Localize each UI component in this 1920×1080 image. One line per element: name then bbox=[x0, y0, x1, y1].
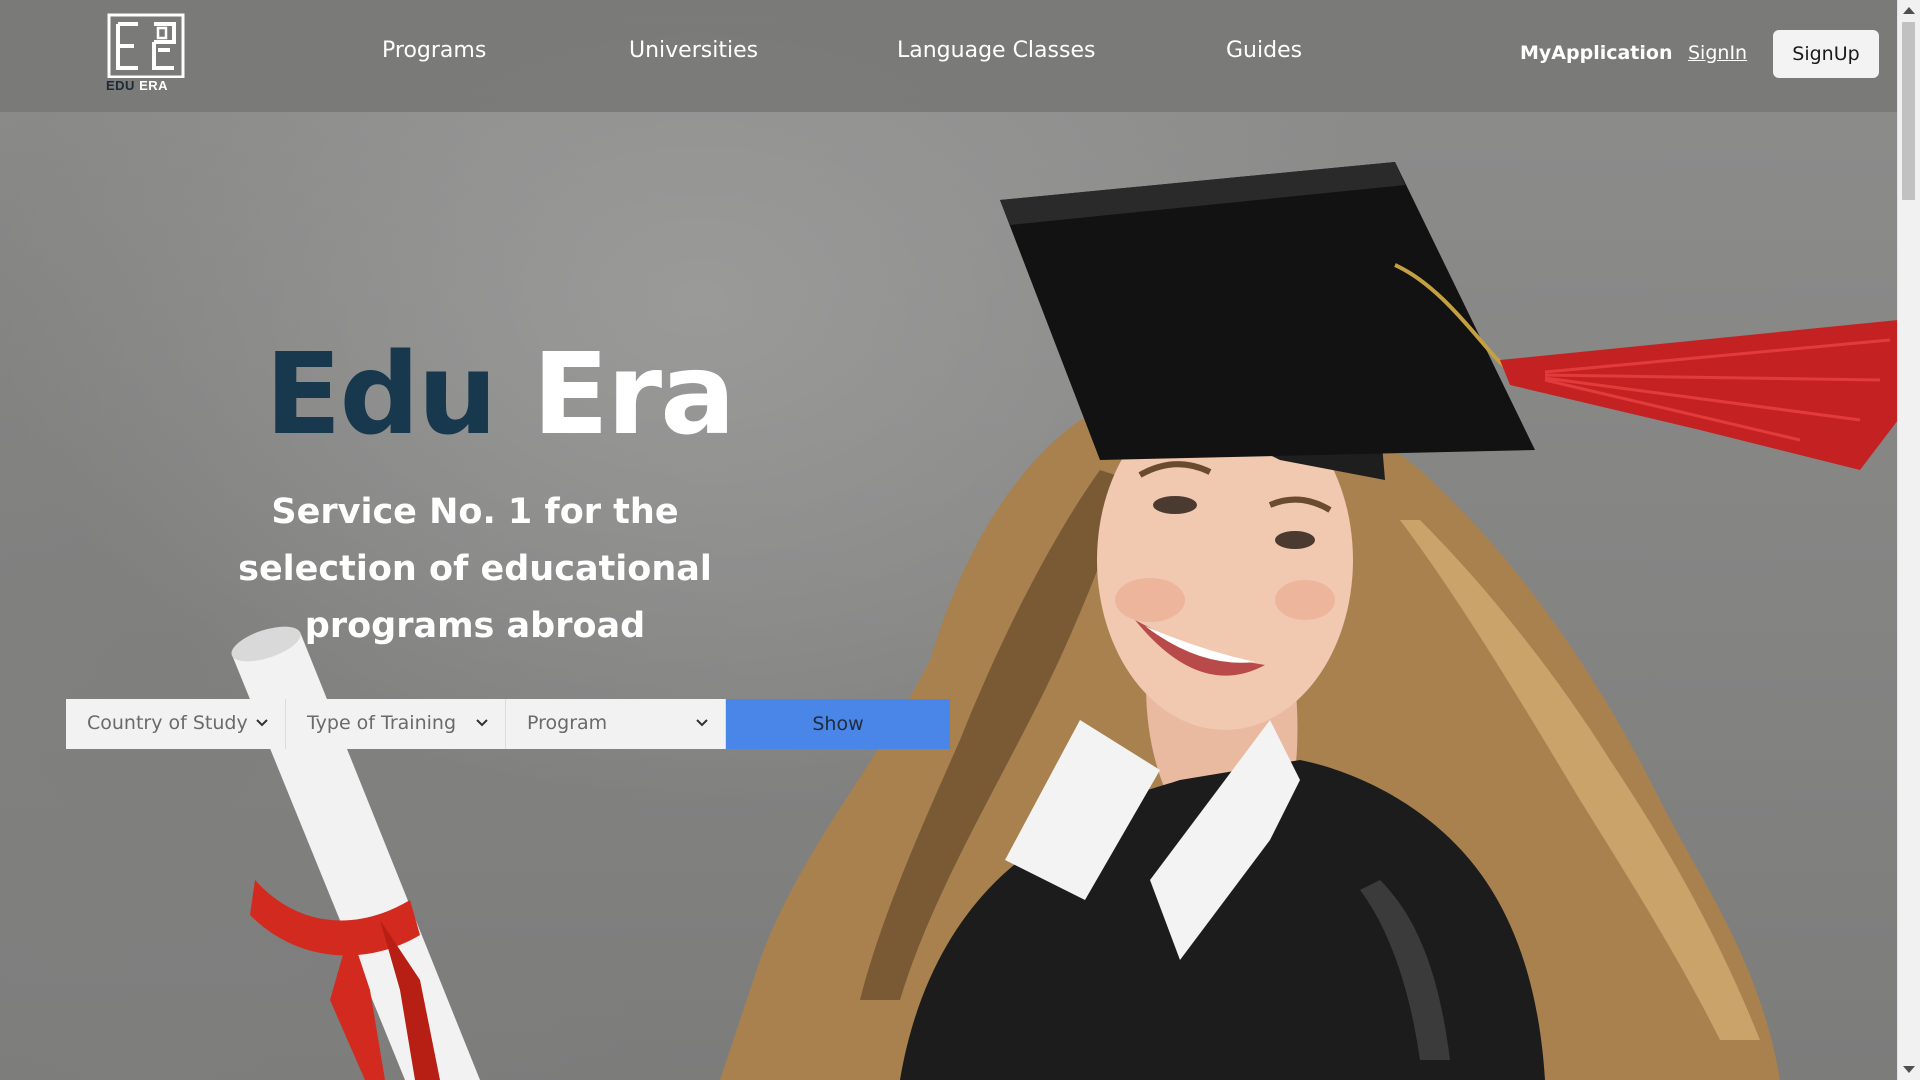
training-select-label: Type of Training bbox=[307, 712, 457, 734]
sign-up-button[interactable]: SignUp bbox=[1773, 30, 1879, 78]
show-button[interactable]: Show bbox=[726, 699, 950, 749]
sign-in-link[interactable]: SignIn bbox=[1688, 42, 1747, 64]
program-select-label: Program bbox=[527, 712, 608, 734]
vertical-scrollbar[interactable] bbox=[1897, 0, 1920, 1080]
nav-guides[interactable]: Guides bbox=[1226, 38, 1302, 63]
tassel bbox=[1500, 320, 1898, 470]
chevron-down-icon bbox=[256, 719, 268, 727]
hero-subtitle: Service No. 1 for the selection of educa… bbox=[238, 492, 712, 646]
nav-programs[interactable]: Programs bbox=[382, 38, 486, 63]
country-of-study-select[interactable]: Country of Study bbox=[66, 699, 286, 749]
nav-language-classes[interactable]: Language Classes bbox=[897, 38, 1095, 63]
scroll-down-arrow-icon[interactable] bbox=[1903, 1066, 1915, 1073]
hero-title-edu: Edu bbox=[265, 330, 497, 460]
scrollbar-thumb[interactable] bbox=[1902, 22, 1915, 200]
page: EDU ERA Programs Universities Language C… bbox=[0, 0, 1920, 1080]
cheek-left bbox=[1115, 578, 1185, 622]
top-navigation-bar: EDU ERA Programs Universities Language C… bbox=[0, 0, 1898, 112]
hero-title-era: Era bbox=[532, 330, 735, 460]
logo-mark-icon bbox=[107, 13, 185, 79]
hero-title: Edu Era bbox=[265, 330, 736, 460]
type-of-training-select[interactable]: Type of Training bbox=[286, 699, 506, 749]
program-select[interactable]: Program bbox=[506, 699, 726, 749]
eye-left bbox=[1153, 496, 1197, 514]
country-select-label: Country of Study bbox=[87, 712, 248, 734]
scroll-up-arrow-icon[interactable] bbox=[1903, 7, 1915, 14]
logo-text-edu: EDU bbox=[106, 78, 135, 93]
logo-wordmark: EDU ERA bbox=[106, 78, 186, 93]
chevron-down-icon bbox=[476, 719, 488, 727]
nav-universities[interactable]: Universities bbox=[629, 38, 758, 63]
chevron-down-icon bbox=[696, 719, 708, 727]
logo-text-era: ERA bbox=[139, 78, 169, 93]
edu-era-logo[interactable]: EDU ERA bbox=[106, 12, 186, 93]
program-search-bar: Country of Study Type of Training Progra… bbox=[66, 699, 950, 749]
my-application-link[interactable]: MyApplication bbox=[1520, 42, 1672, 64]
eye-right bbox=[1275, 531, 1315, 549]
cheek-right bbox=[1275, 580, 1335, 620]
